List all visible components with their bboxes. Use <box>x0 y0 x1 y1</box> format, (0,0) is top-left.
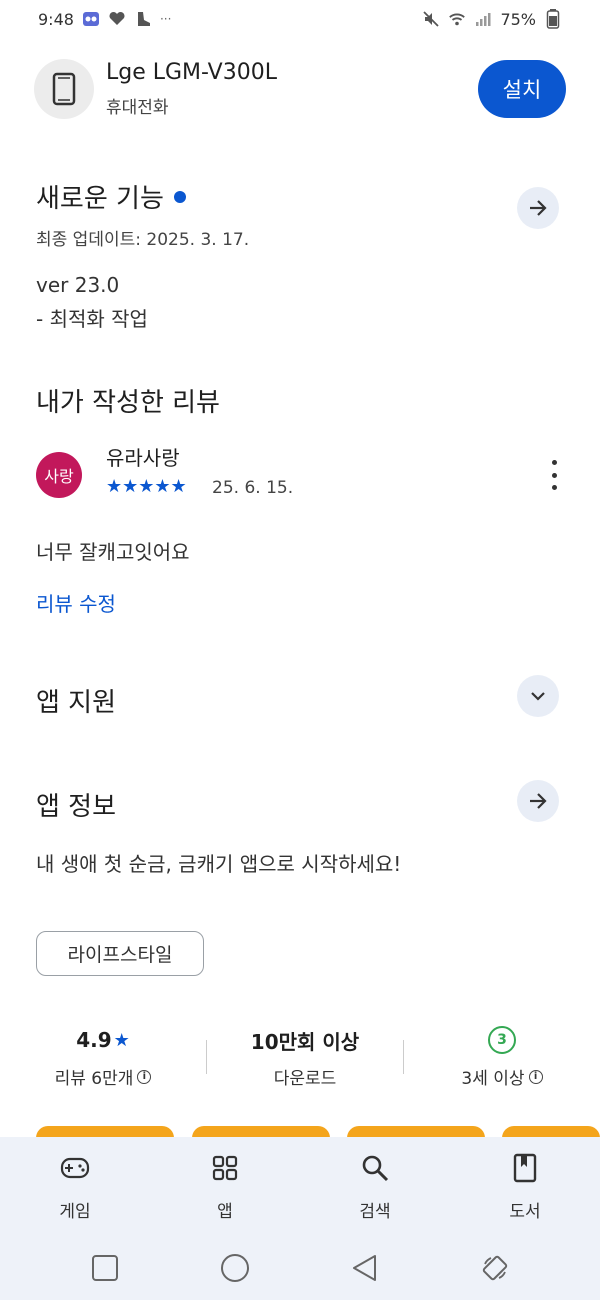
recent-apps-icon[interactable] <box>85 1248 125 1288</box>
whats-new-title: 새로운 기능 <box>36 184 164 214</box>
rotate-screen-icon[interactable] <box>475 1248 515 1288</box>
app-info-title[interactable]: 앱 정보 <box>36 786 116 823</box>
app-phone-icon <box>34 59 94 119</box>
my-review-title: 내가 작성한 리뷰 <box>36 388 220 418</box>
downloads-label: 다운로드 <box>273 1069 337 1089</box>
gamepad-icon <box>60 1153 90 1183</box>
more-notifications-icon: ··· <box>159 12 172 26</box>
chevron-down-icon <box>531 692 545 701</box>
arrow-right-icon <box>530 793 547 809</box>
star-rating: ★★★★★ <box>106 476 187 497</box>
edit-review-link[interactable]: 리뷰 수정 <box>36 588 116 617</box>
avatar: 사랑 <box>36 452 82 498</box>
notification-app-icon <box>82 10 100 28</box>
rating-label: 리뷰 6만개 <box>54 1069 134 1089</box>
whats-new-section[interactable]: 새로운 기능 최종 업데이트: 2025. 3. 17. <box>36 178 566 250</box>
system-navigation-bar <box>0 1235 600 1300</box>
shoe-notification-icon <box>134 10 152 28</box>
app-description: 내 생애 첫 순금, 금캐기 앱으로 시작하세요! <box>36 852 402 876</box>
age-rating-stat[interactable]: 3 3세 이상 i <box>404 1022 600 1094</box>
new-indicator-dot <box>173 190 186 203</box>
mute-icon <box>422 10 440 28</box>
apps-grid-icon <box>210 1153 240 1183</box>
downloads-value: 10만회 이상 <box>250 1029 360 1054</box>
app-support-title[interactable]: 앱 지원 <box>36 682 116 719</box>
review-date: 25. 6. 15. <box>212 478 294 498</box>
app-category: 휴대전화 <box>106 98 169 118</box>
app-header: Lge LGM-V300L 휴대전화 설치 <box>34 56 566 122</box>
my-review-header: 사랑 유라사랑 ★★★★★ 25. 6. 15. <box>36 442 566 502</box>
nav-label: 검색 <box>359 1202 391 1222</box>
category-chip[interactable]: 라이프스타일 <box>36 931 204 976</box>
star-icon: ★ <box>113 1029 130 1051</box>
age-rating-badge: 3 <box>488 1026 516 1054</box>
release-note-item: - 최적화 작업 <box>36 307 148 331</box>
last-update-date: 최종 업데이트: 2025. 3. 17. <box>36 230 250 250</box>
downloads-stat: 10만회 이상 다운로드 <box>207 1022 403 1094</box>
nav-apps[interactable]: 앱 <box>150 1137 300 1235</box>
app-stats: 4.9 ★ 리뷰 6만개 i 10만회 이상 다운로드 3 3세 이상 i <box>0 1022 600 1094</box>
app-support-expand-button[interactable] <box>517 675 559 717</box>
app-info-arrow-button[interactable] <box>517 780 559 822</box>
search-icon <box>360 1153 390 1183</box>
nav-label: 도서 <box>509 1202 541 1222</box>
wifi-icon <box>448 10 466 28</box>
status-bar: 9:48 ··· 75% <box>0 0 600 38</box>
bottom-navigation: 게임 앱 검색 도서 <box>0 1137 600 1235</box>
nav-label: 앱 <box>217 1202 233 1222</box>
nav-books[interactable]: 도서 <box>450 1137 600 1235</box>
nav-label: 게임 <box>59 1202 91 1222</box>
nav-games[interactable]: 게임 <box>0 1137 150 1235</box>
nav-search[interactable]: 검색 <box>300 1137 450 1235</box>
release-notes: ver 23.0 - 최적화 작업 <box>36 268 148 336</box>
review-text: 너무 잘캐고잇어요 <box>36 540 190 564</box>
age-rating-label: 3세 이상 <box>461 1069 525 1089</box>
app-name: Lge LGM-V300L <box>106 60 277 85</box>
home-icon[interactable] <box>215 1248 255 1288</box>
battery-percent: 75% <box>500 9 536 29</box>
version-text: ver 23.0 <box>36 273 120 297</box>
info-icon[interactable]: i <box>137 1069 152 1084</box>
more-vert-icon[interactable] <box>548 460 560 490</box>
rating-stat[interactable]: 4.9 ★ 리뷰 6만개 i <box>0 1022 206 1094</box>
info-icon[interactable]: i <box>528 1069 543 1084</box>
back-icon[interactable] <box>345 1248 385 1288</box>
book-icon <box>510 1153 540 1183</box>
signal-icon <box>474 10 492 28</box>
reviewer-name: 유라사랑 <box>106 446 180 470</box>
install-button[interactable]: 설치 <box>478 60 566 118</box>
whats-new-arrow-button[interactable] <box>517 187 559 229</box>
status-time: 9:48 <box>38 9 74 29</box>
arrow-right-icon <box>530 200 547 216</box>
battery-icon <box>544 9 562 29</box>
rating-value: 4.9 <box>76 1028 112 1052</box>
heart-notification-icon <box>108 10 126 28</box>
